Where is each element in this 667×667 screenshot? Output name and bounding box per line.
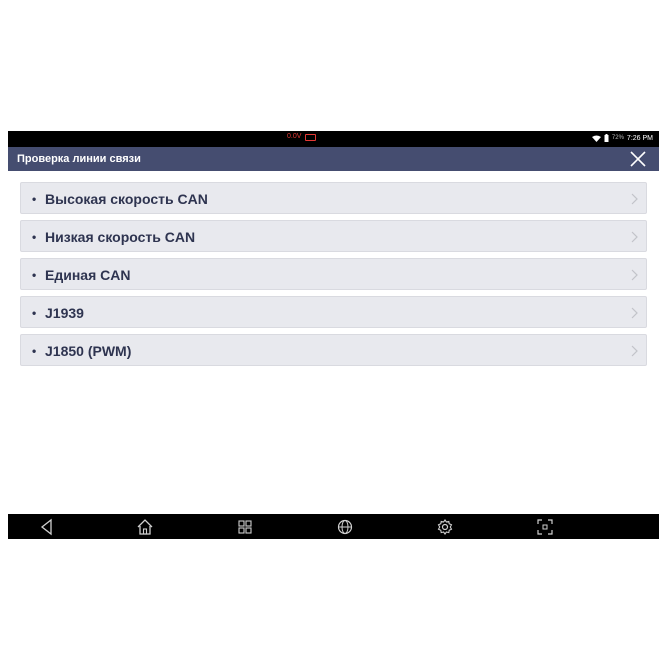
- status-bar: 0.0V 72% 7:26 PM: [8, 131, 659, 147]
- list-item[interactable]: • Единая CAN: [20, 258, 647, 290]
- page-title: Проверка линии связи: [17, 153, 141, 165]
- chevron-right-icon: [631, 193, 638, 205]
- bullet: •: [32, 192, 37, 206]
- bullet: •: [32, 344, 37, 358]
- home-icon[interactable]: [136, 518, 154, 536]
- bullet: •: [32, 268, 37, 282]
- chevron-right-icon: [631, 231, 638, 243]
- battery-percent: 72%: [611, 135, 624, 141]
- chevron-right-icon: [631, 269, 638, 281]
- wifi-icon: [591, 135, 601, 142]
- car-battery-icon: [305, 134, 316, 141]
- settings-icon[interactable]: [436, 518, 454, 536]
- list-item-label: Высокая скорость CAN: [45, 191, 208, 207]
- protocol-list: • Высокая скорость CAN • Низкая скорость…: [20, 182, 647, 372]
- list-item[interactable]: • J1939: [20, 296, 647, 328]
- status-right: 72% 7:26 PM: [591, 134, 653, 142]
- title-bar: Проверка линии связи: [8, 147, 659, 171]
- globe-icon[interactable]: [336, 518, 354, 536]
- bullet: •: [32, 306, 37, 320]
- chevron-right-icon: [631, 345, 638, 357]
- list-item[interactable]: • Высокая скорость CAN: [20, 182, 647, 214]
- apps-icon[interactable]: [236, 518, 254, 536]
- navigation-bar: [8, 514, 659, 539]
- list-item-label: J1850 (PWM): [45, 343, 132, 359]
- clock: 7:26 PM: [626, 134, 653, 142]
- chevron-right-icon: [631, 307, 638, 319]
- list-item[interactable]: • Низкая скорость CAN: [20, 220, 647, 252]
- list-item-label: Низкая скорость CAN: [45, 229, 196, 245]
- back-icon[interactable]: [38, 518, 56, 536]
- voltage-readout: 0.0V: [287, 133, 302, 140]
- list-item-label: J1939: [45, 305, 84, 321]
- list-item-label: Единая CAN: [45, 267, 131, 283]
- bullet: •: [32, 230, 37, 244]
- screenshot-icon[interactable]: [536, 518, 554, 536]
- close-icon[interactable]: [629, 150, 647, 168]
- list-item[interactable]: • J1850 (PWM): [20, 334, 647, 366]
- tablet-screen: 0.0V 72% 7:26 PM Проверка линии связи • …: [8, 131, 659, 539]
- battery-icon: [604, 134, 609, 142]
